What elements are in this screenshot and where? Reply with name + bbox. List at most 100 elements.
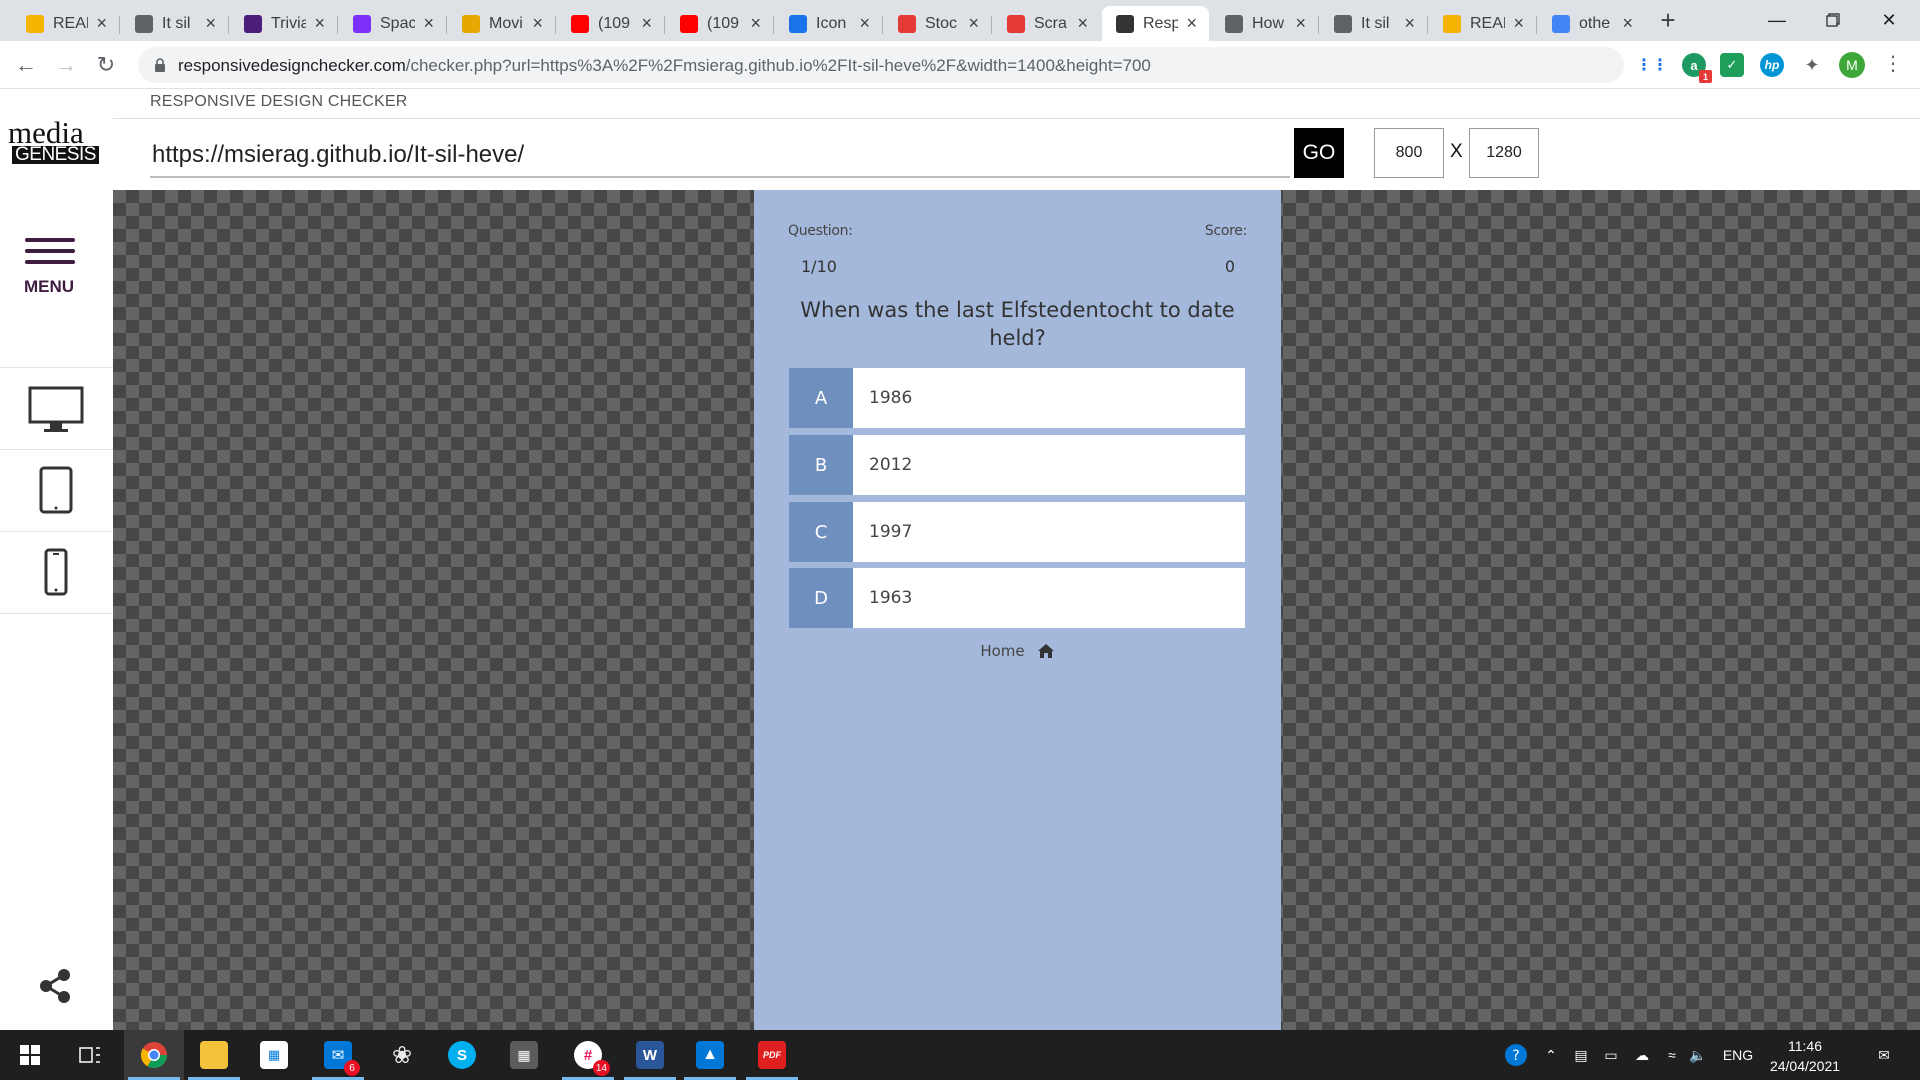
wifi-icon[interactable]: ≈ [1660, 1030, 1684, 1080]
height-input[interactable] [1469, 128, 1539, 178]
sidebar-divider [0, 613, 113, 614]
extension-badge: 1 [1699, 70, 1712, 83]
site-title: RESPONSIVE DESIGN CHECKER [150, 93, 408, 110]
tab-close-icon[interactable]: × [966, 13, 981, 34]
tab-label: REAL [1470, 14, 1505, 32]
taskbar-file-explorer[interactable] [184, 1030, 244, 1080]
taskbar-skype[interactable]: S [432, 1030, 492, 1080]
tab-close-icon[interactable]: × [312, 13, 327, 34]
taskbar-mail[interactable]: ✉ 6 [308, 1030, 368, 1080]
maximize-button[interactable] [1810, 2, 1856, 38]
show-hidden-icons[interactable]: ⌃ [1538, 1030, 1564, 1080]
tab-label: (109 [707, 14, 740, 32]
tab-label: Movi [489, 14, 523, 32]
onedrive-cloud-icon[interactable]: ☁ [1628, 1030, 1656, 1080]
tab-6[interactable]: (109 × [666, 6, 773, 41]
tab-close-icon[interactable]: × [857, 13, 872, 34]
battery-icon[interactable]: ▭ [1598, 1030, 1624, 1080]
taskbar-word[interactable]: W [620, 1030, 680, 1080]
task-view-button[interactable] [60, 1030, 120, 1080]
tab-close-icon[interactable]: × [530, 13, 545, 34]
taskbar-photos[interactable]: ▲ [680, 1030, 740, 1080]
close-window-button[interactable]: ✕ [1866, 2, 1912, 38]
tab-2[interactable]: Trivia × [230, 6, 337, 41]
choice-text[interactable]: 2012 [853, 435, 1245, 495]
checkmark-extension-icon[interactable]: ✓ [1720, 53, 1744, 77]
volume-icon[interactable]: 🔈 [1686, 1030, 1710, 1080]
menu-label[interactable]: MENU [24, 277, 74, 297]
choice-text[interactable]: 1997 [853, 502, 1245, 562]
tab-close-icon[interactable]: × [1075, 13, 1090, 34]
tab-close-icon[interactable]: × [1511, 13, 1526, 34]
tab-close-icon[interactable]: × [421, 13, 436, 34]
tab-close-icon[interactable]: × [1620, 13, 1635, 34]
help-tray-icon[interactable]: ? [1500, 1030, 1532, 1080]
choice-b[interactable]: B 2012 [789, 435, 1245, 495]
tab-close-icon[interactable]: × [1402, 13, 1417, 34]
tab-close-icon[interactable]: × [748, 13, 763, 34]
meet-now-icon[interactable]: ▤ [1568, 1030, 1594, 1080]
reload-button[interactable]: ↻ [92, 51, 120, 79]
share-icon[interactable] [38, 968, 72, 1004]
tab-8[interactable]: Stoc × [884, 6, 991, 41]
calculator-icon: ▦ [510, 1041, 538, 1069]
desktop-icon[interactable] [28, 382, 84, 438]
tab-11[interactable]: How × [1211, 6, 1318, 41]
m-letter-icon [462, 14, 480, 33]
forward-button[interactable]: → [52, 51, 80, 79]
taskbar-slack[interactable]: # 14 [558, 1030, 618, 1080]
go-button[interactable]: GO [1294, 128, 1344, 178]
tab-14[interactable]: othe × [1538, 6, 1645, 41]
tab-7[interactable]: Icon × [775, 6, 882, 41]
choice-text[interactable]: 1963 [853, 568, 1245, 628]
tab-3[interactable]: Space × [339, 6, 446, 41]
grammarly-extension-icon[interactable]: a 1 [1682, 53, 1712, 83]
tab-5[interactable]: (109 × [557, 6, 664, 41]
back-button[interactable]: ← [12, 51, 40, 79]
width-input[interactable] [1374, 128, 1444, 178]
profile-avatar[interactable]: M [1839, 52, 1865, 78]
google-colored-icon [26, 14, 44, 33]
tab-9[interactable]: Scra × [993, 6, 1100, 41]
taskbar-pdf[interactable]: PDF [742, 1030, 802, 1080]
taskbar-calculator[interactable]: ▦ [494, 1030, 554, 1080]
tab-13[interactable]: REAL × [1429, 6, 1536, 41]
start-button[interactable] [0, 1030, 60, 1080]
tab-close-icon[interactable]: × [94, 13, 109, 34]
apps-grid-icon[interactable]: ⋮⋮ [1636, 53, 1668, 77]
logo-top-text: media [8, 115, 84, 150]
tab-12[interactable]: It sil × [1320, 6, 1427, 41]
home-link[interactable]: Home [754, 642, 1281, 660]
choice-text[interactable]: 1986 [853, 368, 1245, 428]
taskbar-paint[interactable]: ❀ [372, 1030, 432, 1080]
tab-close-icon[interactable]: × [639, 13, 654, 34]
google-g-icon [1552, 14, 1570, 33]
hp-extension-icon[interactable]: hp [1760, 53, 1784, 77]
tab-1[interactable]: It sil × [121, 6, 228, 41]
tab-0[interactable]: REAL × [12, 6, 119, 41]
extensions-puzzle-icon[interactable]: ✦ [1800, 53, 1824, 77]
browser-menu-icon[interactable]: ⋮ [1883, 51, 1903, 76]
tab-close-icon[interactable]: × [1293, 13, 1308, 34]
taskbar-chrome[interactable] [124, 1030, 184, 1080]
choice-c[interactable]: C 1997 [789, 502, 1245, 562]
notifications-icon[interactable]: ✉ [1864, 1030, 1904, 1080]
choice-a[interactable]: A 1986 [789, 368, 1245, 428]
tablet-icon[interactable] [28, 464, 84, 520]
tab-4[interactable]: Movi × [448, 6, 555, 41]
windows-logo-icon [20, 1045, 40, 1065]
taskbar-store[interactable]: ▦ [244, 1030, 304, 1080]
site-url-input[interactable] [150, 128, 1290, 178]
tab-close-icon[interactable]: × [1184, 13, 1199, 34]
media-genesis-logo[interactable]: media GENESIS [8, 115, 99, 165]
tab-separator [773, 16, 774, 34]
address-bar[interactable]: responsivedesignchecker.com/checker.php?… [138, 47, 1744, 83]
new-tab-button[interactable]: + [1656, 7, 1680, 33]
system-clock[interactable]: 11:46 24/04/2021 [1760, 1036, 1850, 1076]
tab-close-icon[interactable]: × [203, 13, 218, 34]
choice-d[interactable]: D 1963 [789, 568, 1245, 628]
tab-10[interactable]: Resp × [1102, 6, 1209, 41]
mobile-phone-icon[interactable] [28, 546, 84, 602]
minimize-button[interactable]: — [1754, 2, 1800, 38]
language-indicator[interactable]: ENG [1716, 1030, 1760, 1080]
